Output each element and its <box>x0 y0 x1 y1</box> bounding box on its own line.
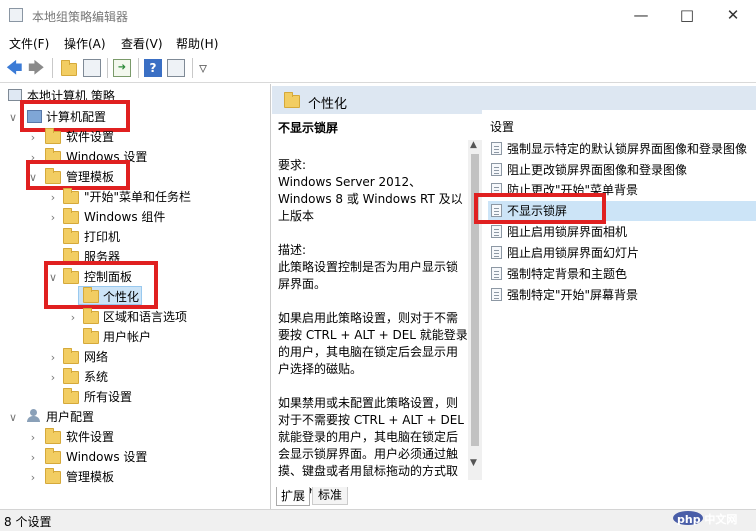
tree-node-start-menu[interactable]: "开始"菜单和任务栏 <box>84 188 191 205</box>
toolbar-separator <box>138 58 139 78</box>
status-bar: 8 个设置 <box>0 509 756 531</box>
back-arrow-icon[interactable]: 🡄 <box>6 59 24 77</box>
expand-chevron-icon[interactable]: › <box>48 351 58 364</box>
highlight-box <box>26 160 130 190</box>
scroll-up-icon[interactable]: ▲ <box>470 140 477 150</box>
folder-icon <box>83 328 99 344</box>
description-enabled-text: 如果启用此策略设置，则对于不需要按 CTRL + ALT + DEL 就能登录的… <box>278 311 468 376</box>
setting-row[interactable]: 阻止启用锁屏界面相机 <box>488 222 756 242</box>
minimize-button[interactable]: — <box>618 0 664 31</box>
expand-chevron-icon[interactable]: › <box>68 311 78 324</box>
tree-node-software-settings[interactable]: 软件设置 <box>66 128 114 145</box>
collapse-chevron-icon[interactable]: ∨ <box>8 411 18 424</box>
setting-label: 强制显示特定的默认锁屏界面图像和登录图像 <box>507 142 748 156</box>
setting-row[interactable]: 强制显示特定的默认锁屏界面图像和登录图像 <box>488 139 756 159</box>
details-header-title: 个性化 <box>308 97 348 112</box>
description-label: 描述: <box>278 243 307 257</box>
tree-node-windows-components[interactable]: Windows 组件 <box>84 208 165 225</box>
export-list-icon[interactable]: ➜ <box>113 59 131 77</box>
title-bar: 本地组策略编辑器 — □ ✕ <box>0 0 756 32</box>
expand-chevron-icon[interactable]: › <box>28 431 38 444</box>
forward-arrow-icon[interactable]: 🡆 <box>28 59 46 77</box>
toolbar-separator <box>192 58 193 78</box>
folder-icon <box>284 92 300 108</box>
watermark-logo: php 中文网 <box>673 510 753 528</box>
tree-node-network[interactable]: 网络 <box>84 348 108 365</box>
requirements-text: Windows Server 2012、Windows 8 或 Windows … <box>278 175 463 223</box>
column-header-settings[interactable]: 设置 <box>490 118 514 135</box>
user-config-icon <box>27 409 41 423</box>
folder-icon <box>45 428 61 444</box>
expand-chevron-icon[interactable]: › <box>48 191 58 204</box>
up-folder-icon[interactable] <box>60 59 78 77</box>
highlight-box <box>474 193 606 224</box>
policy-setting-icon <box>491 163 502 176</box>
setting-label: 阻止更改锁屏界面图像和登录图像 <box>507 163 688 177</box>
tree-node-region-language[interactable]: 区域和语言选项 <box>103 308 187 325</box>
tree-node-user-config[interactable]: 用户配置 <box>46 408 94 425</box>
folder-icon <box>63 348 79 364</box>
setting-row[interactable]: 强制特定"开始"屏幕背景 <box>488 285 756 305</box>
folder-icon <box>63 368 79 384</box>
expand-chevron-icon[interactable]: › <box>48 211 58 224</box>
folder-icon <box>63 228 79 244</box>
policy-setting-icon <box>491 267 502 280</box>
tree-node-user-windows-settings[interactable]: Windows 设置 <box>66 448 147 465</box>
tree-node-system[interactable]: 系统 <box>84 368 108 385</box>
properties-icon[interactable] <box>167 59 185 77</box>
setting-row[interactable]: 阻止更改锁屏界面图像和登录图像 <box>488 160 756 180</box>
toolbar-separator <box>107 58 108 78</box>
menu-view[interactable]: 查看(V) <box>121 35 163 52</box>
maximize-button[interactable]: □ <box>664 0 710 31</box>
tab-standard[interactable]: 标准 <box>312 487 348 505</box>
setting-row[interactable]: 强制特定背景和主题色 <box>488 264 756 284</box>
menu-bar <box>0 31 756 53</box>
folder-icon <box>45 448 61 464</box>
policy-title: 不显示锁屏 <box>278 121 339 135</box>
close-button[interactable]: ✕ <box>710 0 756 31</box>
app-icon <box>9 8 23 22</box>
expand-chevron-icon[interactable]: › <box>28 471 38 484</box>
filter-icon[interactable]: ▿ <box>199 59 217 77</box>
window-title: 本地组策略编辑器 <box>32 10 129 24</box>
setting-row[interactable]: 阻止启用锁屏界面幻灯片 <box>488 243 756 263</box>
show-hide-tree-icon[interactable] <box>83 59 101 77</box>
help-icon[interactable]: ? <box>144 59 162 77</box>
folder-icon <box>45 128 61 144</box>
setting-label: 阻止启用锁屏界面相机 <box>507 225 628 239</box>
tree-node-all-settings[interactable]: 所有设置 <box>84 388 132 405</box>
setting-label: 阻止启用锁屏界面幻灯片 <box>507 246 640 260</box>
policy-setting-icon <box>491 246 502 259</box>
policy-setting-icon <box>491 288 502 301</box>
description-text: 此策略设置控制是否为用户显示锁屏界面。 <box>278 260 459 291</box>
collapse-chevron-icon[interactable]: ∨ <box>8 111 18 124</box>
setting-label: 强制特定背景和主题色 <box>507 267 628 281</box>
folder-icon <box>45 468 61 484</box>
scroll-down-icon[interactable]: ▼ <box>470 458 477 468</box>
menu-action[interactable]: 操作(A) <box>64 35 106 52</box>
folder-icon <box>63 188 79 204</box>
expand-chevron-icon[interactable]: › <box>28 131 38 144</box>
tree-node-user-admin-templates[interactable]: 管理模板 <box>66 468 114 485</box>
tree-node-user-accounts[interactable]: 用户帐户 <box>103 328 151 345</box>
highlight-box <box>44 261 158 309</box>
tab-extended[interactable]: 扩展 <box>276 487 310 506</box>
folder-icon <box>63 388 79 404</box>
status-text: 8 个设置 <box>4 515 52 529</box>
folder-icon <box>63 208 79 224</box>
menu-file[interactable]: 文件(F) <box>9 35 49 52</box>
tree-node-user-software-settings[interactable]: 软件设置 <box>66 428 114 445</box>
expand-chevron-icon[interactable]: › <box>48 371 58 384</box>
requirements-label: 要求: <box>278 158 307 172</box>
expand-chevron-icon[interactable]: › <box>28 451 38 464</box>
toolbar-separator <box>52 58 53 78</box>
menu-help[interactable]: 帮助(H) <box>176 35 218 52</box>
policy-setting-icon <box>491 142 502 155</box>
extended-description: 不显示锁屏 要求: Windows Server 2012、Windows 8 … <box>278 120 468 514</box>
setting-label: 强制特定"开始"屏幕背景 <box>507 288 639 302</box>
folder-icon <box>83 308 99 324</box>
description-scrollbar[interactable]: ▲ ▼ <box>468 140 482 480</box>
tree-node-printers[interactable]: 打印机 <box>84 228 120 245</box>
policy-setting-icon <box>491 225 502 238</box>
